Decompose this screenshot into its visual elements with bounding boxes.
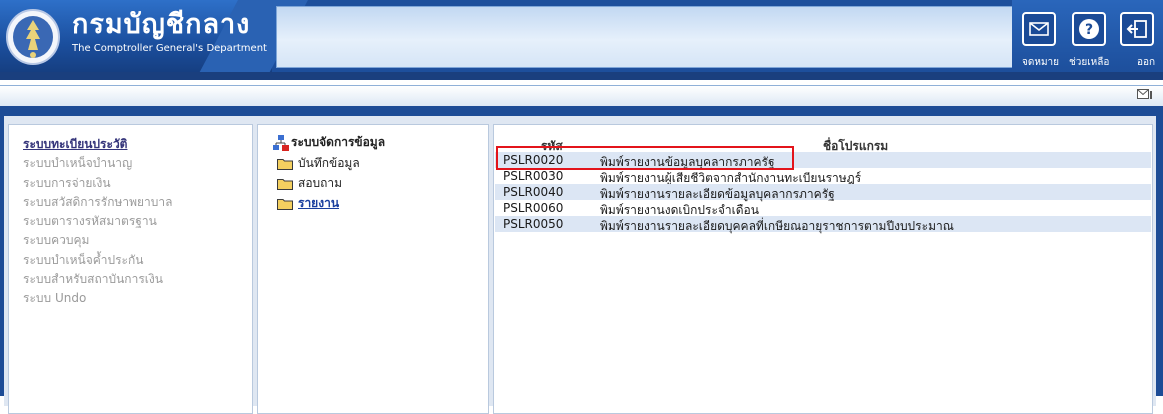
logout-label[interactable]: ออก bbox=[1137, 55, 1155, 70]
menu-item-registration[interactable]: ระบบทะเบียนประวัติ bbox=[23, 135, 252, 154]
folder-icon bbox=[277, 178, 293, 190]
tree-item-label: รายงาน bbox=[298, 196, 340, 210]
system-menu-list: ระบบทะเบียนประวัติ ระบบบำเหน็จบำนาญ ระบบ… bbox=[9, 125, 252, 309]
tree-item-inquiry[interactable]: สอบถาม bbox=[277, 174, 342, 193]
hierarchy-icon bbox=[273, 134, 289, 151]
header-bottom-stripe bbox=[0, 72, 1163, 80]
program-row[interactable]: PSLR0030 พิมพ์รายงานผู้เสียชีวิตจากสำนัก… bbox=[495, 168, 1151, 185]
menu-item-control[interactable]: ระบบควบคุม bbox=[23, 231, 252, 250]
logout-button[interactable] bbox=[1120, 12, 1154, 46]
tree-item-report[interactable]: รายงาน bbox=[277, 194, 339, 213]
menu-item-pension-guarantee[interactable]: ระบบบำเหน็จค้ำประกัน bbox=[23, 251, 252, 270]
system-menu-panel: ระบบทะเบียนประวัติ ระบบบำเหน็จบำนาญ ระบบ… bbox=[8, 124, 253, 414]
program-code: PSLR0060 bbox=[503, 201, 564, 215]
mail-small-icon[interactable] bbox=[1137, 89, 1153, 101]
menu-item-medical-welfare[interactable]: ระบบสวัสดิการรักษาพยาบาล bbox=[23, 193, 252, 212]
program-row[interactable]: PSLR0040 พิมพ์รายงานรายละเอียดข้อมูลบุคล… bbox=[495, 184, 1151, 201]
data-management-panel: ระบบจัดการข้อมูล บันทึกข้อมูล สอบถาม ราย… bbox=[257, 124, 489, 414]
program-code: PSLR0020 bbox=[503, 153, 564, 167]
tree-item-label: บันทึกข้อมูล bbox=[298, 156, 360, 170]
tree-item-label: สอบถาม bbox=[298, 176, 343, 190]
header-center-panel bbox=[276, 6, 1014, 68]
workspace-inner: ระบบทะเบียนประวัติ ระบบบำเหน็จบำนาญ ระบบ… bbox=[4, 116, 1156, 414]
program-code: PSLR0030 bbox=[503, 169, 564, 183]
mail-label[interactable]: จดหมาย bbox=[1022, 55, 1059, 70]
tree-root: ระบบจัดการข้อมูล bbox=[273, 133, 385, 152]
tree-root-label: ระบบจัดการข้อมูล bbox=[291, 135, 386, 149]
department-name-english: The Comptroller General's Department bbox=[72, 43, 267, 54]
program-row[interactable]: PSLR0020 พิมพ์รายงานข้อมูลบุคลากรภาครัฐ bbox=[495, 152, 1151, 169]
workspace: ระบบทะเบียนประวัติ ระบบบำเหน็จบำนาญ ระบบ… bbox=[0, 106, 1163, 414]
department-seal-logo bbox=[6, 9, 60, 65]
logout-icon bbox=[1126, 20, 1147, 38]
menu-item-payment[interactable]: ระบบการจ่ายเงิน bbox=[23, 174, 252, 193]
svg-text:?: ? bbox=[1085, 22, 1093, 38]
help-icon: ? bbox=[1079, 19, 1099, 39]
menu-item-undo[interactable]: ระบบ Undo bbox=[23, 289, 252, 308]
program-row[interactable]: PSLR0060 พิมพ์รายงานงดเบิกประจำเดือน bbox=[495, 200, 1151, 217]
menu-item-financial-institution[interactable]: ระบบสำหรับสถาบันการเงิน bbox=[23, 270, 252, 289]
tree-item-record-data[interactable]: บันทึกข้อมูล bbox=[277, 154, 360, 173]
menu-item-standard-codes[interactable]: ระบบตารางรหัสมาตรฐาน bbox=[23, 212, 252, 231]
program-code: PSLR0050 bbox=[503, 217, 564, 231]
department-name-thai: กรมบัญชีกลาง bbox=[72, 9, 251, 40]
folder-icon bbox=[277, 158, 293, 170]
toolbar bbox=[0, 85, 1163, 107]
help-button[interactable]: ? bbox=[1072, 12, 1106, 46]
help-label[interactable]: ช่วยเหลือ bbox=[1069, 55, 1109, 70]
envelope-icon bbox=[1029, 22, 1049, 36]
folder-icon bbox=[277, 198, 293, 210]
program-row[interactable]: PSLR0050 พิมพ์รายงานรายละเอียดบุคคลที่เก… bbox=[495, 216, 1151, 233]
program-name: พิมพ์รายงานรายละเอียดบุคคลที่เกษียณอายุร… bbox=[600, 219, 954, 233]
mail-button[interactable] bbox=[1022, 12, 1056, 46]
menu-item-pension[interactable]: ระบบบำเหน็จบำนาญ bbox=[23, 154, 252, 173]
header-banner: กรมบัญชีกลาง The Comptroller General's D… bbox=[0, 0, 1163, 72]
program-code: PSLR0040 bbox=[503, 185, 564, 199]
program-list-panel: รหัส ชื่อโปรแกรม PSLR0020 พิมพ์รายงานข้อ… bbox=[493, 124, 1153, 414]
